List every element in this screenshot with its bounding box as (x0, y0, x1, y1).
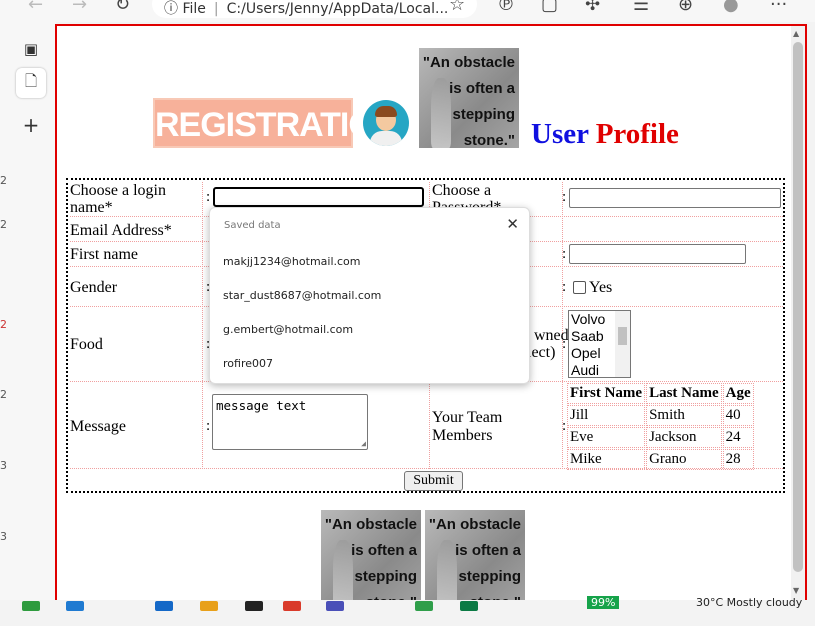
close-icon[interactable]: ✕ (506, 215, 519, 233)
background-number: 3 (0, 459, 7, 472)
extension-ui-icon[interactable]: ▢ (541, 0, 558, 15)
login-input[interactable] (213, 187, 424, 207)
quote-image: "An obstacle is often a stepping stone." (321, 510, 421, 600)
taskbar-app-icon[interactable] (460, 601, 478, 611)
info-icon[interactable]: ⓘ (164, 1, 178, 17)
extensions-icon[interactable]: ✣ (585, 0, 600, 15)
column-header: Age (722, 383, 754, 404)
submit-button[interactable]: Submit (404, 471, 463, 491)
table-row: Jill Smith 40 (567, 405, 754, 426)
address-url: C:/Users/Jenny/AppData/Local... (226, 1, 449, 17)
taskbar-app-icon[interactable] (415, 601, 433, 611)
refresh-icon[interactable]: ↻ (115, 0, 130, 15)
lastname-input[interactable] (569, 244, 746, 264)
table-row: Eve Jackson 24 (567, 427, 754, 448)
browser-toolbar: ← → ↻ ⓘ File | C:/Users/Jenny/AppData/Loca… (0, 0, 815, 22)
registration-banner: REGISTRATION (153, 98, 398, 148)
forward-icon[interactable]: → (72, 0, 87, 15)
pinterest-icon[interactable]: ℗ (497, 0, 515, 15)
collections-icon[interactable]: ⊕ (678, 0, 693, 15)
login-label: Choose a login name* (70, 182, 166, 216)
background-number: 3 (0, 530, 7, 543)
email-label: Email Address* (70, 222, 172, 239)
team-label: Members (432, 427, 493, 444)
taskbar-app-icon[interactable] (66, 601, 84, 611)
autofill-heading: Saved data (224, 220, 281, 231)
vertical-tab-rail: ▣ 🗋 + 2 2 2 2 3 3 (0, 22, 56, 626)
background-number: 2 (0, 388, 7, 401)
autofill-item[interactable]: rofire007 (223, 357, 273, 370)
column-header: First Name (567, 383, 646, 404)
resize-grip-icon[interactable]: ◢ (361, 439, 366, 448)
gender-label: Gender (70, 279, 118, 296)
address-bar[interactable]: ⓘ File | C:/Users/Jenny/AppData/Local... (152, 0, 477, 18)
taskbar-app-icon[interactable] (22, 601, 40, 611)
message-textarea[interactable]: message text ◢ (212, 394, 368, 450)
cars-label-part: lect) (527, 344, 556, 361)
taskbar-app-icon[interactable] (245, 601, 263, 611)
weather-widget[interactable]: 30°C Mostly cloudy (696, 596, 802, 609)
firstname-label: First name (70, 246, 138, 263)
table-row: Mike Grano 28 (567, 449, 754, 470)
table-header-row: First Name Last Name Age (567, 383, 754, 404)
password-input[interactable] (569, 188, 781, 208)
address-prefix: File (182, 1, 206, 17)
user-avatar (363, 100, 409, 146)
tab-actions-icon[interactable]: ▣ (16, 34, 46, 64)
column-header: Last Name (646, 383, 722, 404)
background-number: 2 (0, 174, 7, 187)
quote-image: "An obstacle is often a stepping stone." (419, 48, 519, 148)
add-favorite-icon[interactable]: ☆ (449, 0, 465, 15)
taskbar-app-icon[interactable] (200, 601, 218, 611)
autofill-item[interactable]: makjj1234@hotmail.com (223, 255, 361, 268)
more-menu-icon[interactable]: ··· (770, 0, 787, 15)
team-table: First Name Last Name Age Jill Smith 40 E… (566, 382, 755, 471)
taskbar-app-icon[interactable] (155, 601, 173, 611)
food-label: Food (70, 336, 103, 353)
page-title: User Profile (531, 118, 679, 150)
quote-image: "An obstacle is often a stepping stone." (425, 510, 525, 600)
current-tab-page-icon[interactable]: 🗋 (16, 68, 46, 98)
back-icon[interactable]: ← (28, 0, 43, 15)
taskbar (0, 600, 815, 626)
yes-label: Yes (589, 279, 613, 296)
page-scrollbar[interactable]: ▲ ▼ (791, 26, 805, 600)
cars-listbox[interactable]: Volvo Saab Opel Audi (568, 310, 631, 378)
taskbar-app-icon[interactable] (283, 601, 301, 611)
listbox-scrollbar[interactable] (615, 311, 630, 377)
background-number: 2 (0, 218, 7, 231)
new-tab-icon[interactable]: + (16, 110, 46, 140)
yes-checkbox[interactable] (573, 281, 586, 294)
favorites-icon[interactable]: ☰ (633, 0, 649, 15)
team-label: Your Team (432, 409, 503, 426)
autofill-item[interactable]: g.embert@hotmail.com (223, 323, 353, 336)
battery-indicator: 99% (587, 596, 620, 609)
scrollbar-thumb[interactable] (793, 42, 803, 572)
background-number: 2 (0, 318, 7, 331)
message-label: Message (70, 418, 126, 435)
autofill-dropdown: Saved data ✕ makjj1234@hotmail.com star_… (209, 207, 530, 384)
profile-icon[interactable]: ● (723, 0, 739, 15)
taskbar-app-icon[interactable] (326, 601, 344, 611)
autofill-item[interactable]: star_dust8687@hotmail.com (223, 289, 381, 302)
